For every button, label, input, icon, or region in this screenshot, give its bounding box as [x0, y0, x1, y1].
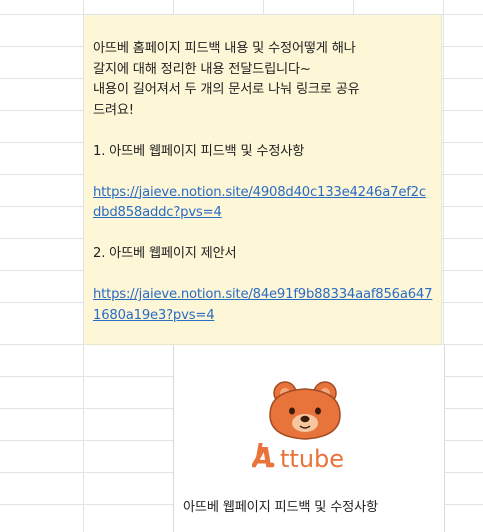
attube-bear-logo: A ttube [252, 381, 344, 473]
note-text-line: 갈지에 대해 정리한 내용 전달드립니다~ [93, 61, 311, 77]
logo-wordmark-rest: ttube [280, 445, 344, 473]
note-text-line: 내용이 길어져서 두 개의 문서로 나눠 링크로 공유 [93, 82, 360, 97]
link-preview-card[interactable]: A ttube 아뜨베 웹페이지 피드백 및 수정사항 [173, 345, 445, 532]
note-spacer [93, 121, 433, 142]
link-preview-title: 아뜨베 웹페이지 피드백 및 수정사항 [183, 500, 378, 515]
notion-link-proposal[interactable]: https://jaieve.notion.site/84e91f9b88334… [93, 287, 433, 323]
note-item-title: 1. 아뜨베 웹페이지 피드백 및 수정사항 [93, 143, 305, 159]
note-spacer [93, 162, 433, 183]
logo-exclamation-dot [269, 462, 275, 468]
note-spacer [93, 224, 433, 245]
note-text-line: 드려요! [93, 102, 134, 118]
notion-link-feedback[interactable]: https://jaieve.notion.site/4908d40c133e4… [93, 185, 426, 221]
note-text-line: 아뜨베 홈페이지 피드백 내용 및 수정어떻게 해나 [93, 41, 356, 56]
note-spacer [93, 265, 433, 286]
logo-wordmark-initial: A [252, 441, 274, 473]
spreadsheet-grid[interactable]: 아뜨베 홈페이지 피드백 내용 및 수정어떻게 해나 갈지에 대해 정리한 내용… [0, 0, 483, 532]
note-item-title: 2. 아뜨베 웹페이지 제안서 [93, 246, 237, 261]
cell-comment-note[interactable]: 아뜨베 홈페이지 피드백 내용 및 수정어떻게 해나 갈지에 대해 정리한 내용… [84, 15, 442, 345]
